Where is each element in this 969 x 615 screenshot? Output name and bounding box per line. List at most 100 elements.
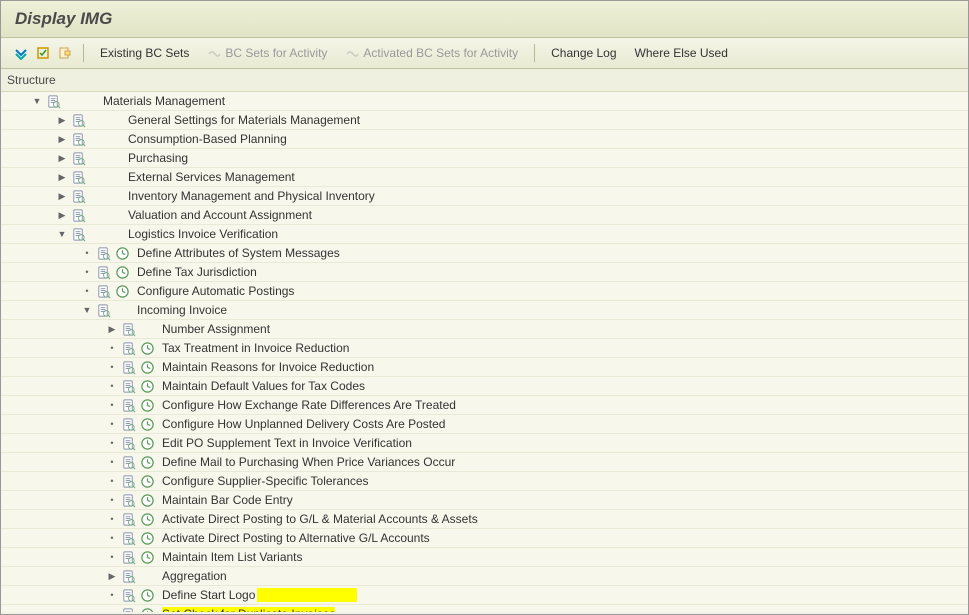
execute-activity-icon[interactable] <box>139 340 155 356</box>
change-log-button[interactable]: Change Log <box>543 43 624 63</box>
tree-expander-icon[interactable]: ▼ <box>56 228 68 240</box>
tree-node-label[interactable]: Define Attributes of System Messages <box>133 246 340 260</box>
img-activity-doc-icon[interactable] <box>120 549 136 565</box>
tree-node[interactable]: •Configure Supplier-Specific Tolerances <box>1 472 968 491</box>
tree-expander-icon[interactable]: ▶ <box>56 152 68 164</box>
tree-node[interactable]: ▶External Services Management <box>1 168 968 187</box>
img-activity-doc-icon[interactable] <box>95 264 111 280</box>
img-activity-doc-icon[interactable] <box>120 587 136 603</box>
tree-node[interactable]: •Activate Direct Posting to G/L & Materi… <box>1 510 968 529</box>
execute-activity-icon[interactable] <box>139 454 155 470</box>
img-activity-doc-icon[interactable] <box>70 131 86 147</box>
img-activity-doc-icon[interactable] <box>95 302 111 318</box>
img-activity-doc-icon[interactable] <box>120 530 136 546</box>
tree-node-label[interactable]: Activate Direct Posting to G/L & Materia… <box>158 512 478 526</box>
tree-node-label[interactable]: Configure Automatic Postings <box>133 284 294 298</box>
execute-activity-icon[interactable] <box>139 492 155 508</box>
where-else-used-button[interactable]: Where Else Used <box>627 43 736 63</box>
tree-expander-icon[interactable]: ▶ <box>56 114 68 126</box>
img-activity-doc-icon[interactable] <box>70 226 86 242</box>
execute-activity-icon[interactable] <box>114 283 130 299</box>
execute-activity-icon[interactable] <box>139 416 155 432</box>
img-activity-doc-icon[interactable] <box>70 188 86 204</box>
find-icon[interactable] <box>55 43 75 63</box>
execute-activity-icon[interactable] <box>139 473 155 489</box>
img-activity-doc-icon[interactable] <box>95 283 111 299</box>
tree-node[interactable]: •Configure How Exchange Rate Differences… <box>1 396 968 415</box>
img-activity-doc-icon[interactable] <box>45 93 61 109</box>
execute-activity-icon[interactable] <box>139 530 155 546</box>
tree-node-label[interactable]: Configure Supplier-Specific Tolerances <box>158 474 369 488</box>
tree-expander-icon[interactable]: ▶ <box>106 323 118 335</box>
execute-activity-icon[interactable] <box>139 511 155 527</box>
tree-node[interactable]: •Activate Direct Posting to Alternative … <box>1 529 968 548</box>
tree-node[interactable]: ▶Consumption-Based Planning <box>1 130 968 149</box>
img-activity-doc-icon[interactable] <box>120 473 136 489</box>
img-activity-doc-icon[interactable] <box>70 150 86 166</box>
tree-node[interactable]: •Maintain Item List Variants <box>1 548 968 567</box>
execute-activity-icon[interactable] <box>139 606 155 612</box>
existing-bc-sets-button[interactable]: Existing BC Sets <box>92 43 197 63</box>
tree-expander-icon[interactable]: ▶ <box>56 190 68 202</box>
img-activity-doc-icon[interactable] <box>120 340 136 356</box>
tree-node[interactable]: ▶Valuation and Account Assignment <box>1 206 968 225</box>
tree-node[interactable]: ▶Number Assignment <box>1 320 968 339</box>
execute-activity-icon[interactable] <box>139 359 155 375</box>
tree-node[interactable]: •Define Attributes of System Messages <box>1 244 968 263</box>
tree-node-label[interactable]: Define Start Logo <box>158 588 357 602</box>
tree-node[interactable]: •Configure Automatic Postings <box>1 282 968 301</box>
img-activity-doc-icon[interactable] <box>120 435 136 451</box>
tree-expander-icon[interactable]: ▶ <box>56 133 68 145</box>
tree-node[interactable]: ▶Aggregation <box>1 567 968 586</box>
tree-node[interactable]: ▶General Settings for Materials Manageme… <box>1 111 968 130</box>
execute-activity-icon[interactable] <box>139 587 155 603</box>
tree-node-label[interactable]: Define Tax Jurisdiction <box>133 265 257 279</box>
img-activity-doc-icon[interactable] <box>120 378 136 394</box>
img-activity-doc-icon[interactable] <box>120 454 136 470</box>
tree-node[interactable]: •Define Tax Jurisdiction <box>1 263 968 282</box>
img-activity-doc-icon[interactable] <box>70 169 86 185</box>
img-activity-doc-icon[interactable] <box>95 245 111 261</box>
img-activity-doc-icon[interactable] <box>70 112 86 128</box>
tree-node-label[interactable]: Maintain Reasons for Invoice Reduction <box>158 360 374 374</box>
img-activity-doc-icon[interactable] <box>120 606 136 612</box>
tree-node[interactable]: •Maintain Reasons for Invoice Reduction <box>1 358 968 377</box>
execute-activity-icon[interactable] <box>114 264 130 280</box>
bc-sets-for-activity-button[interactable]: BC Sets for Activity <box>199 43 335 63</box>
tree-node-label[interactable]: Set Check for Duplicate Invoices <box>158 607 335 612</box>
tree-node[interactable]: •Set Check for Duplicate Invoices <box>1 605 968 612</box>
img-activity-doc-icon[interactable] <box>120 321 136 337</box>
img-activity-doc-icon[interactable] <box>120 359 136 375</box>
tree-node-label[interactable]: Configure How Unplanned Delivery Costs A… <box>158 417 445 431</box>
tree-node[interactable]: ▼Incoming Invoice <box>1 301 968 320</box>
expand-all-icon[interactable] <box>33 43 53 63</box>
execute-activity-icon[interactable] <box>139 549 155 565</box>
tree-node[interactable]: •Edit PO Supplement Text in Invoice Veri… <box>1 434 968 453</box>
tree-expander-icon[interactable]: ▼ <box>81 304 93 316</box>
execute-activity-icon[interactable] <box>139 378 155 394</box>
execute-activity-icon[interactable] <box>139 435 155 451</box>
img-activity-doc-icon[interactable] <box>120 397 136 413</box>
tree-node[interactable]: ▶Inventory Management and Physical Inven… <box>1 187 968 206</box>
tree-node-label[interactable]: Configure How Exchange Rate Differences … <box>158 398 456 412</box>
activated-bc-sets-button[interactable]: Activated BC Sets for Activity <box>337 43 526 63</box>
tree-node-label[interactable]: Define Mail to Purchasing When Price Var… <box>158 455 455 469</box>
img-activity-doc-icon[interactable] <box>120 568 136 584</box>
tree-node-label[interactable]: Activate Direct Posting to Alternative G… <box>158 531 430 545</box>
img-activity-doc-icon[interactable] <box>120 492 136 508</box>
tree-node-label[interactable]: Edit PO Supplement Text in Invoice Verif… <box>158 436 412 450</box>
execute-activity-icon[interactable] <box>114 245 130 261</box>
tree-expander-icon[interactable]: ▶ <box>56 209 68 221</box>
tree-node-label[interactable]: Maintain Item List Variants <box>158 550 303 564</box>
img-activity-doc-icon[interactable] <box>70 207 86 223</box>
tree-node[interactable]: •Define Start Logo <box>1 586 968 605</box>
tree-node[interactable]: ▼Logistics Invoice Verification <box>1 225 968 244</box>
tree-expander-icon[interactable]: ▶ <box>56 171 68 183</box>
tree-expander-icon[interactable]: ▶ <box>106 570 118 582</box>
tree-node[interactable]: ▼Materials Management <box>1 92 968 111</box>
tree-node-label[interactable]: Maintain Bar Code Entry <box>158 493 293 507</box>
tree-node[interactable]: ▶Purchasing <box>1 149 968 168</box>
tree-node-label[interactable]: Maintain Default Values for Tax Codes <box>158 379 365 393</box>
img-activity-doc-icon[interactable] <box>120 416 136 432</box>
tree-node-label[interactable]: Tax Treatment in Invoice Reduction <box>158 341 349 355</box>
